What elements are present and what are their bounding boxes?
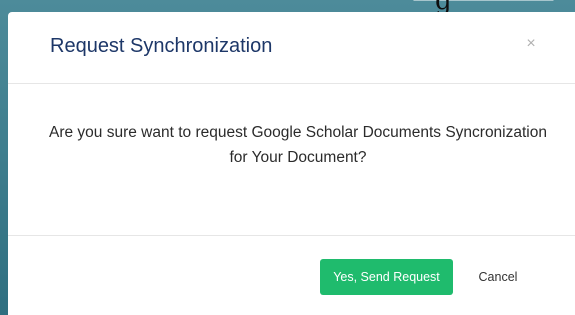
close-icon[interactable]: × [521,34,541,54]
dialog-footer: Yes, Send Request Cancel [8,236,575,315]
dialog-header: Request Synchronization × [8,12,575,84]
dialog-title: Request Synchronization [50,35,273,57]
send-request-button[interactable]: Yes, Send Request [320,259,453,295]
cancel-button[interactable]: Cancel [468,259,528,295]
confirmation-message: Are you sure want to request Google Scho… [49,124,547,166]
dialog-body: Are you sure want to request Google Scho… [8,84,575,236]
request-sync-dialog: Request Synchronization × Are you sure w… [8,12,575,315]
